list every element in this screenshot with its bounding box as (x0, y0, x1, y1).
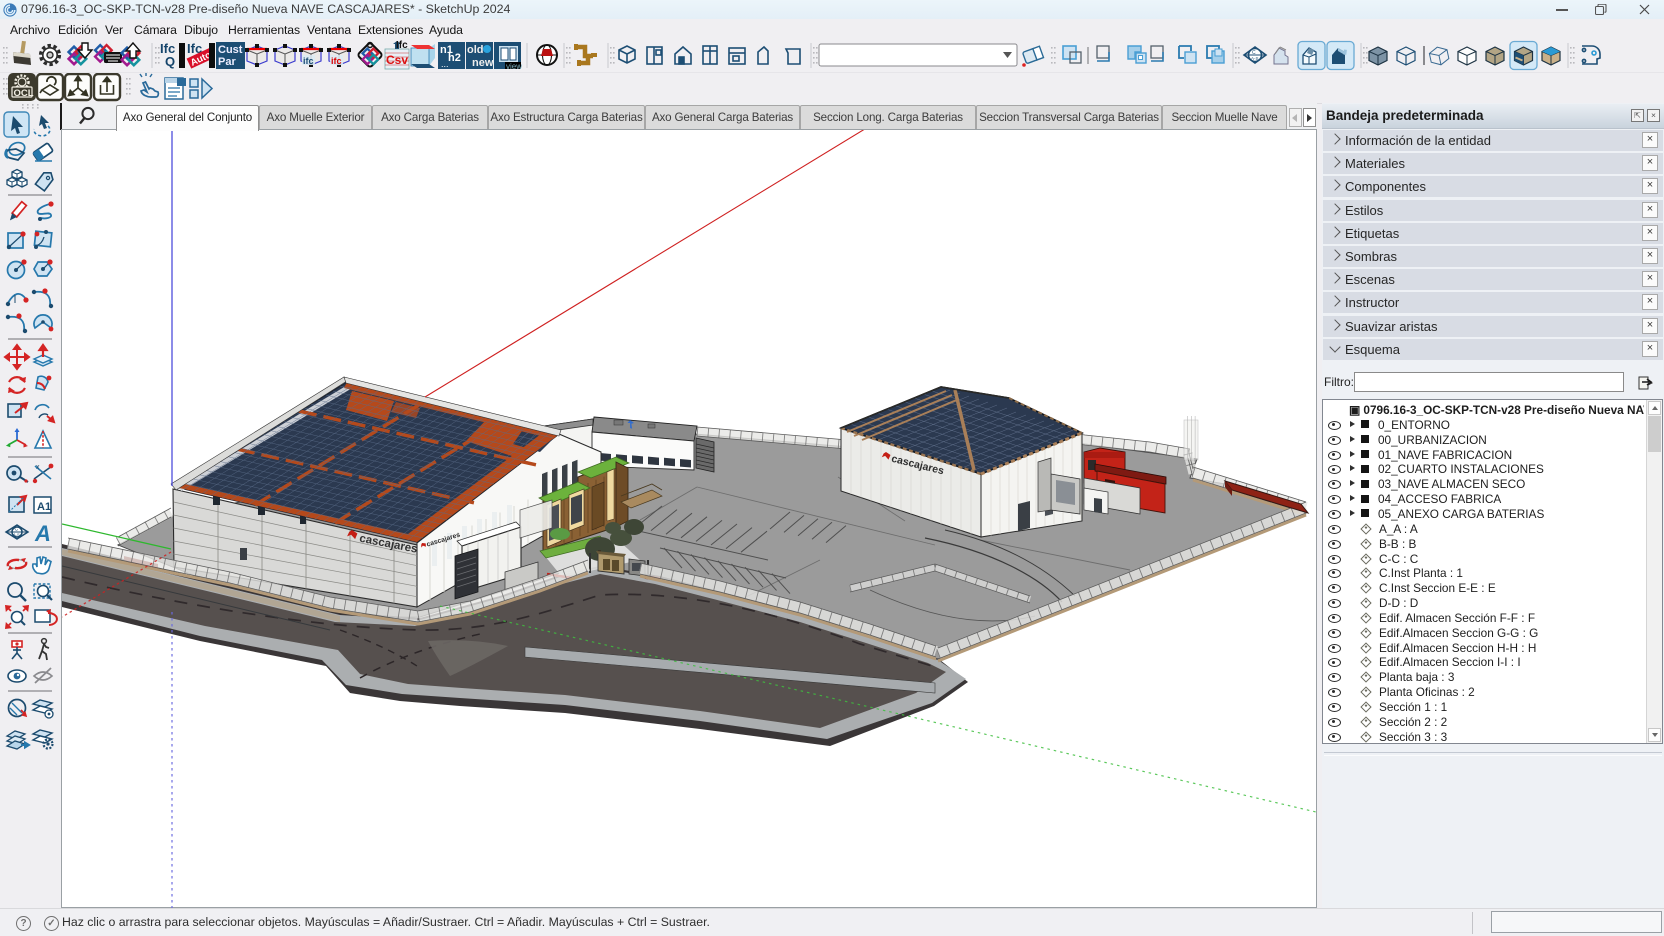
svg-text:Q: Q (165, 54, 175, 69)
svg-text:h2: h2 (448, 52, 461, 64)
svg-text:Par: Par (218, 56, 236, 68)
svg-text:A-S: A-S (1251, 56, 1259, 61)
svg-text:Ifc: Ifc (396, 40, 408, 51)
svg-text:old: old (467, 44, 484, 56)
svg-text:ifc: ifc (303, 56, 314, 66)
svg-text:A-S: A-S (13, 532, 20, 537)
svg-text:A: A (34, 521, 51, 546)
svg-text:A1: A1 (37, 501, 51, 513)
svg-text:x: x (36, 464, 40, 471)
svg-text:view: view (506, 62, 522, 71)
svg-text:Cust: Cust (218, 44, 243, 56)
svg-text:new: new (472, 57, 494, 69)
svg-text:...: ... (441, 59, 449, 69)
svg-text:OCL: OCL (14, 88, 34, 99)
svg-text:ifc: ifc (331, 56, 342, 66)
svg-text:Csv: Csv (386, 53, 408, 67)
